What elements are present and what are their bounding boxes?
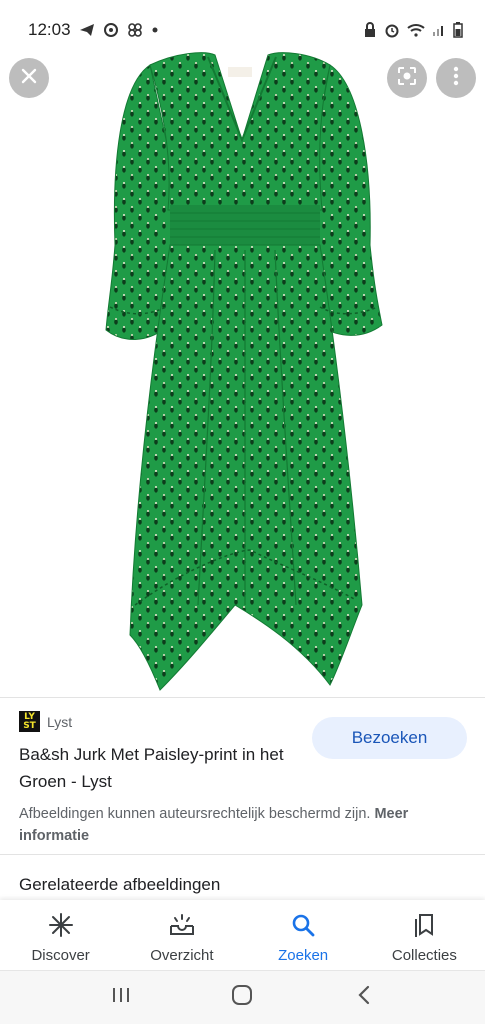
more-vert-icon [453, 66, 459, 91]
nav-discover-label: Discover [31, 947, 90, 964]
collections-icon [412, 912, 436, 943]
back-icon [357, 985, 371, 1010]
source-row[interactable]: LY ST Lyst [19, 711, 72, 732]
green-dress-image [105, 52, 383, 691]
system-navigation-bar [0, 970, 485, 1024]
nav-collecties[interactable]: Collecties [364, 900, 485, 970]
clock: 12:03 [28, 20, 71, 39]
alarm-icon [384, 22, 400, 38]
asterisk-icon [48, 912, 74, 943]
bottom-navigation: Discover Overzicht Zoeken Collecties [0, 900, 485, 970]
related-images-heading: Gerelateerde afbeeldingen [19, 875, 221, 894]
dot-icon [151, 26, 159, 34]
nav-collecties-label: Collecties [391, 947, 457, 964]
lens-icon [396, 65, 418, 92]
nav-overzicht[interactable]: Overzicht [121, 900, 242, 970]
close-icon [20, 67, 38, 90]
whatsapp-icon [103, 22, 119, 38]
close-button[interactable] [9, 58, 49, 98]
copyright-notice: Afbeeldingen kunnen auteursrechtelijk be… [19, 803, 469, 847]
lyst-logo: LY ST [19, 711, 40, 732]
overview-icon [168, 912, 196, 943]
copyright-text: Afbeeldingen kunnen auteursrechtelijk be… [19, 806, 371, 822]
product-image[interactable] [0, 0, 485, 697]
nav-zoeken[interactable]: Zoeken [243, 900, 364, 970]
back-button[interactable] [344, 978, 384, 1018]
nav-discover[interactable]: Discover [0, 900, 121, 970]
status-right [363, 22, 463, 38]
home-icon [231, 984, 253, 1011]
recent-apps-button[interactable] [101, 978, 141, 1018]
visit-button[interactable]: Bezoeken [312, 717, 467, 759]
battery-icon [453, 22, 463, 38]
divider [0, 697, 485, 698]
search-icon [290, 912, 316, 943]
status-bar: 12:03 [0, 0, 485, 60]
source-name: Lyst [47, 713, 73, 730]
more-options-button[interactable] [436, 58, 476, 98]
fan-icon [127, 22, 143, 38]
nav-zoeken-label: Zoeken [278, 947, 329, 964]
telegram-icon [79, 22, 95, 38]
wifi-icon [407, 23, 425, 37]
lock-icon [363, 22, 377, 38]
home-button[interactable] [222, 978, 262, 1018]
nav-overzicht-label: Overzicht [150, 947, 214, 964]
signal-icon [432, 23, 446, 37]
result-title[interactable]: Ba&sh Jurk Met Paisley-print in het Groe… [19, 741, 304, 795]
lens-button[interactable] [387, 58, 427, 98]
recent-apps-icon [110, 986, 132, 1009]
divider [0, 854, 485, 855]
status-left: 12:03 [28, 20, 159, 40]
